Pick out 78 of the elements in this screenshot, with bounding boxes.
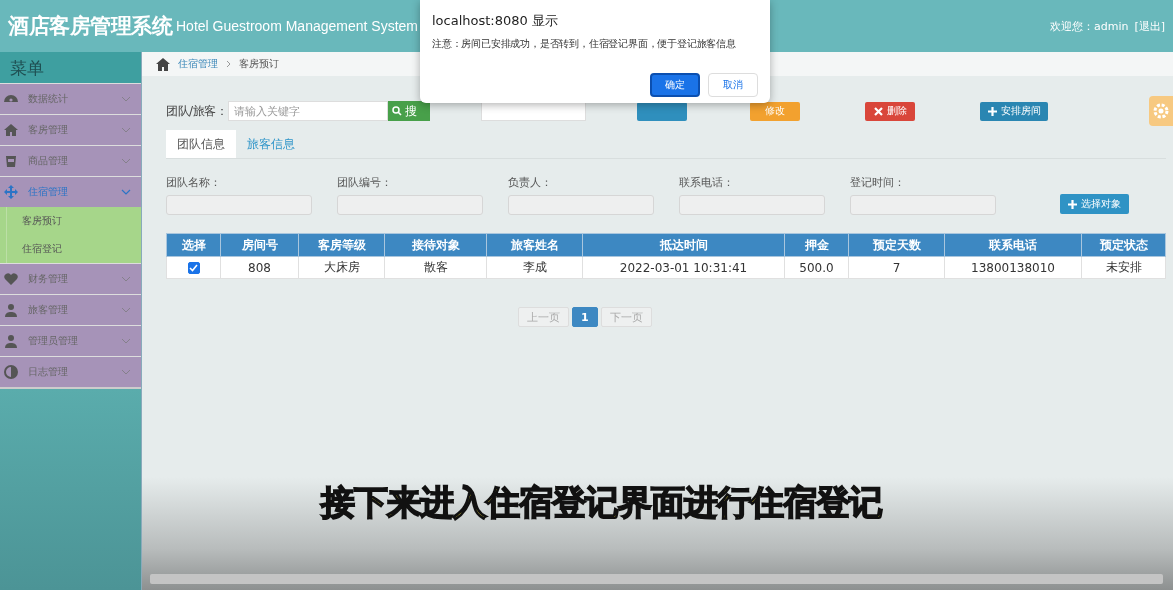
chevron-icon [121,338,131,344]
checkbox[interactable] [187,262,200,274]
menu-item[interactable]: 财务管理 [0,263,141,294]
input-field[interactable] [508,195,654,215]
plus-icon [1068,199,1077,209]
column-header: 旅客姓名 [486,233,583,257]
toolbar-button[interactable]: 删除 [865,101,915,121]
app-subtitle: Hotel Guestroom Management System [176,18,418,34]
scrollbar[interactable] [150,574,1163,584]
logout-link[interactable]: [退出] [1134,18,1165,34]
search-label: 团队/旅客： [166,102,228,120]
dialog-message: 注意：房间已安排成功，是否转到，住宿登记界面，便于登记旅客信息 [432,37,737,51]
menu-item[interactable]: 商品管理 [0,145,141,176]
table-cell: 13800138010 [944,256,1082,279]
input-field[interactable] [166,195,312,215]
menu-item[interactable]: 数据统计 [0,83,141,114]
breadcrumb-link[interactable]: 住宿管理 [178,57,218,71]
move-icon [3,184,19,200]
home-icon [156,57,170,71]
column-header: 房间号 [220,233,299,257]
column-header: 接待对象 [384,233,487,257]
chevron-icon [121,158,131,164]
column-header: 预定天数 [848,233,945,257]
ok-button[interactable]: 确定 [650,73,700,97]
column-header: 选择 [166,233,221,257]
menu-item[interactable]: 住宿管理 [0,176,141,207]
welcome-text: 欢迎您：admin [1049,18,1129,34]
column-header: 押金 [784,233,849,257]
input-field[interactable] [850,195,996,215]
contrast-icon [3,364,19,380]
chevron-icon [121,276,131,282]
column-header: 联系电话 [944,233,1082,257]
tab[interactable]: 旅客信息 [236,130,306,158]
user-icon [3,302,19,318]
search-field[interactable]: 请输入关键字 [228,101,388,121]
menu-item[interactable]: 日志管理 [0,356,141,387]
bucket-icon [3,153,19,169]
search-icon [392,106,402,116]
field-label: 联系电话： [679,175,735,190]
chevron-icon [121,127,131,133]
home-icon [3,122,19,138]
settings-icon [1152,102,1170,120]
field-label: 团队名称： [166,175,222,190]
toolbar-button[interactable]: 修改 [750,101,800,121]
tab[interactable]: 团队信息 [166,130,236,158]
app-title: 酒店客房管理系统 [8,13,172,40]
table-cell: 2022-03-01 10:31:41 [582,256,785,279]
input-field[interactable] [337,195,483,215]
search-button[interactable]: 搜 [388,101,430,121]
page-button[interactable]: 1 [572,307,598,327]
column-header: 抵达时间 [582,233,785,257]
menu-item[interactable]: 客房管理 [0,114,141,145]
cancel-button[interactable]: 取消 [708,73,758,97]
close-icon [873,106,883,116]
chevron-icon [121,96,131,102]
column-header: 客房等级 [298,233,385,257]
settings-button[interactable] [1149,96,1173,126]
breadcrumb-current: 客房预订 [239,57,279,71]
toolbar-button[interactable]: 安排房间 [980,101,1048,121]
subtitle-caption: 接下来进入住宿登记界面进行住宿登记 [321,481,882,524]
user-icon [3,333,19,349]
menu-item[interactable]: 旅客管理 [0,294,141,325]
field-label: 团队编号： [337,175,393,190]
plus-icon [987,106,997,116]
chevron-right-icon [226,60,231,68]
submenu-item[interactable]: 客房预订 [6,207,141,235]
chevron-icon [121,369,131,375]
field-label: 负责人： [508,175,553,190]
heart-icon [3,271,19,287]
chevron-icon [121,189,131,195]
column-header: 预定状态 [1081,233,1166,257]
menu-item[interactable]: 管理员管理 [0,325,141,356]
input-field[interactable] [679,195,825,215]
field-label: 登记时间： [850,175,906,190]
dialog-title: localhost:8080 显示 [432,12,559,30]
choose-button[interactable]: 选择对象 [1060,194,1129,214]
chevron-icon [121,307,131,313]
menu-title: 菜单 [0,52,141,83]
